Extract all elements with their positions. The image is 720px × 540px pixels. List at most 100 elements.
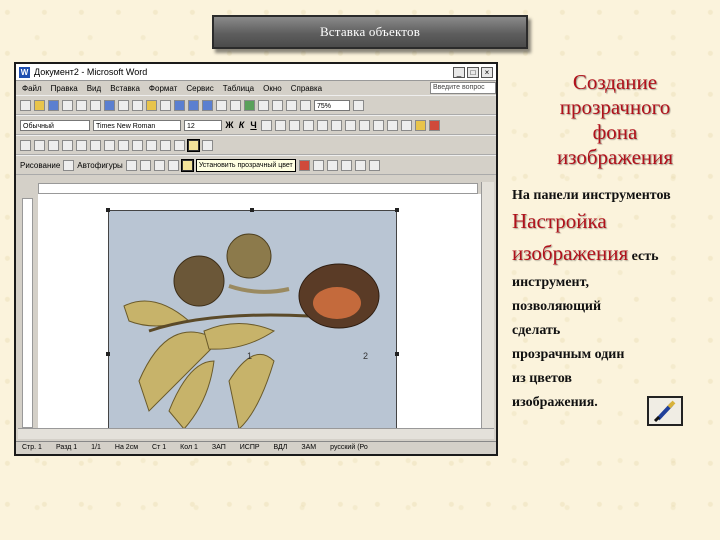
justify-icon[interactable] [317,119,328,131]
bold-button[interactable]: Ж [225,120,234,130]
help-icon[interactable] [353,99,364,111]
underline-button[interactable]: Ч [249,120,258,130]
horizontal-scrollbar[interactable] [18,428,494,439]
close-button[interactable]: × [481,66,493,78]
line-style-icon[interactable] [132,139,143,151]
font-color-draw-icon[interactable] [298,159,310,171]
font-select[interactable]: Times New Roman [93,119,181,131]
resize-handle[interactable] [395,352,399,356]
drawing-icon[interactable] [272,99,283,111]
autoshapes-menu[interactable]: Автофигуры [77,161,123,170]
resize-handle[interactable] [395,208,399,212]
style-select[interactable]: Обычный [20,119,90,131]
nuts-illustration [123,233,380,430]
select-objects-icon[interactable] [63,159,75,171]
preview-icon[interactable] [90,99,101,111]
rotate-icon[interactable] [118,139,129,151]
shadow-icon[interactable] [354,159,366,171]
3d-icon[interactable] [368,159,380,171]
menu-view[interactable]: Вид [87,84,101,93]
save-icon[interactable] [48,99,59,111]
oval-icon[interactable] [167,159,179,171]
inserted-image[interactable]: 1 2 [106,208,399,432]
rectangle-icon[interactable] [153,159,165,171]
font-color-a-icon[interactable] [261,119,272,131]
ask-question-input[interactable]: Введите вопрос [430,82,496,94]
tables-icon[interactable] [216,99,227,111]
columns-icon[interactable] [258,99,269,111]
print-icon[interactable] [76,99,87,111]
more-contrast-icon[interactable] [48,139,59,151]
draw-menu[interactable]: Рисование [20,161,60,170]
hyperlink-icon[interactable] [202,99,213,111]
reset-picture-icon[interactable] [202,139,213,151]
format-painter-icon[interactable] [160,99,171,111]
size-select[interactable]: 12 [184,119,222,131]
redo-icon[interactable] [188,99,199,111]
document-area: 1 2 [38,194,490,432]
less-contrast-icon[interactable] [62,139,73,151]
heading-line: Создание [572,70,658,94]
bullets-icon[interactable] [359,119,370,131]
zoom-select[interactable]: 75% [314,99,350,111]
new-icon[interactable] [20,99,31,111]
excel-icon[interactable] [244,99,255,111]
body-line: изображения. [512,395,598,410]
vertical-scrollbar[interactable] [481,182,494,432]
document-page[interactable]: 1 2 [38,194,486,432]
increase-indent-icon[interactable] [387,119,398,131]
less-brightness-icon[interactable] [90,139,101,151]
insert-table-icon[interactable] [230,99,241,111]
line-spacing-icon[interactable] [331,119,342,131]
numbering-icon[interactable] [345,119,356,131]
align-right-icon[interactable] [303,119,314,131]
permission-icon[interactable] [62,99,73,111]
image-label-2: 2 [363,351,369,361]
border-icon[interactable] [401,119,412,131]
arrow-style-icon[interactable] [340,159,352,171]
decrease-indent-icon[interactable] [373,119,384,131]
compress-icon[interactable] [146,139,157,151]
resize-handle[interactable] [250,208,254,212]
menu-insert[interactable]: Вставка [110,84,140,93]
menu-window[interactable]: Окно [263,84,282,93]
map-icon[interactable] [286,99,297,111]
menu-table[interactable]: Таблица [223,84,254,93]
crop-icon[interactable] [104,139,115,151]
menu-tools[interactable]: Сервис [186,84,213,93]
line-style-draw-icon[interactable] [312,159,324,171]
menu-help[interactable]: Справка [291,84,322,93]
open-icon[interactable] [34,99,45,111]
menu-edit[interactable]: Правка [51,84,78,93]
set-transparent-color-button[interactable] [187,138,200,152]
arrow-icon[interactable] [139,159,151,171]
align-center-icon[interactable] [289,119,300,131]
more-brightness-icon[interactable] [76,139,87,151]
maximize-button[interactable]: □ [467,66,479,78]
dash-style-icon[interactable] [326,159,338,171]
menu-file[interactable]: Файл [22,84,42,93]
insert-picture-icon[interactable] [20,139,31,151]
minimize-button[interactable]: _ [453,66,465,78]
line-icon[interactable] [125,159,137,171]
status-section: Разд 1 [55,444,78,451]
cut-icon[interactable] [118,99,129,111]
rest-first: есть [628,249,659,264]
resize-handle[interactable] [106,208,110,212]
highlight-icon[interactable] [415,119,426,131]
spelling-icon[interactable] [104,99,115,111]
copy-icon[interactable] [132,99,143,111]
color-icon[interactable] [34,139,45,151]
paste-icon[interactable] [146,99,157,111]
text-wrap-icon[interactable] [160,139,171,151]
set-transparent-cursor-icon[interactable] [180,158,194,172]
menu-format[interactable]: Формат [149,84,177,93]
show-hide-icon[interactable] [300,99,311,111]
formatting-toolbar: Обычный Times New Roman 12 Ж К Ч [16,115,496,135]
italic-button[interactable]: К [237,120,246,130]
undo-icon[interactable] [174,99,185,111]
resize-handle[interactable] [106,352,110,356]
font-color-icon[interactable] [429,119,440,131]
align-left-icon[interactable] [275,119,286,131]
format-picture-icon[interactable] [174,139,185,151]
